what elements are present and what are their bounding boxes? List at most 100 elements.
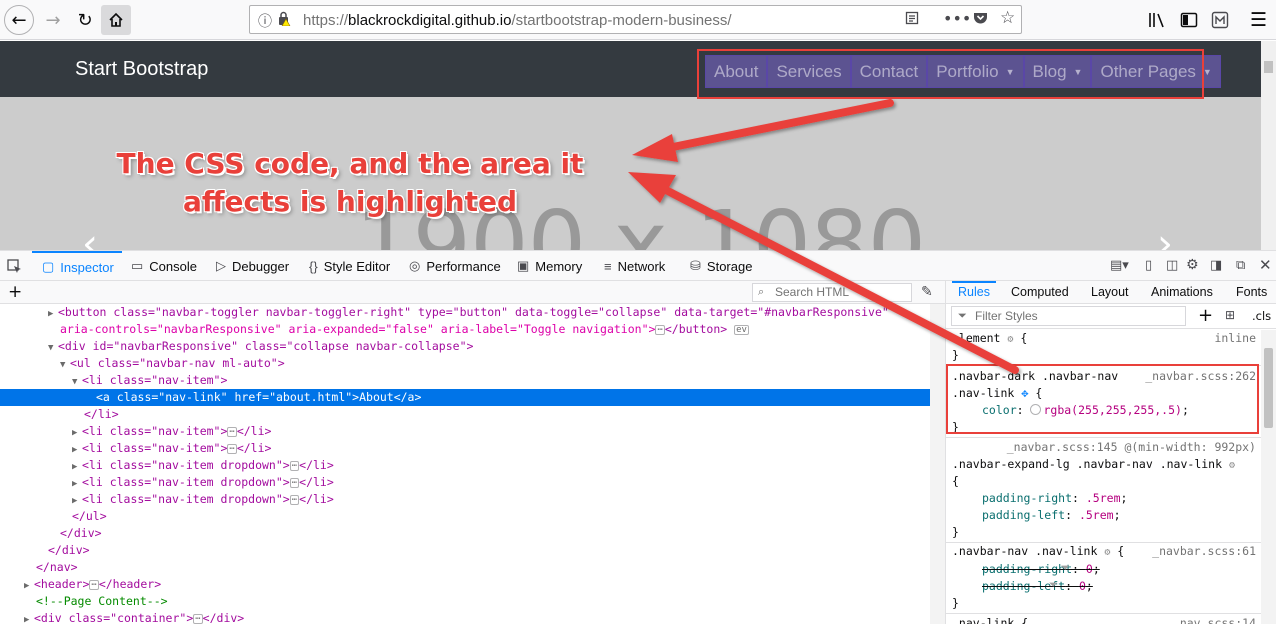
tab-console[interactable]: ▭ Console bbox=[131, 251, 197, 281]
collapsed-ellipsis-icon[interactable]: ⋯ bbox=[289, 494, 300, 505]
tab-layout[interactable]: Layout bbox=[1091, 281, 1129, 303]
navbar-brand[interactable]: Start Bootstrap bbox=[75, 58, 208, 81]
eyedropper-icon[interactable]: ✎ bbox=[921, 284, 933, 300]
forward-button[interactable]: → bbox=[38, 5, 68, 35]
add-node-icon[interactable]: + bbox=[8, 282, 22, 302]
markup-node[interactable]: ▶ <div class="container"> ⋯ </div> bbox=[0, 610, 930, 624]
markup-comment: <!--Page Content--> bbox=[36, 594, 168, 608]
rule-header[interactable]: .nav-link {_nav.scss:14 bbox=[952, 615, 1260, 624]
back-button[interactable]: ← bbox=[4, 5, 34, 35]
dock-layout-icon[interactable]: ▤▾ bbox=[1110, 258, 1129, 273]
collapsed-ellipsis-icon[interactable]: ⋯ bbox=[655, 324, 665, 335]
hamburger-menu-icon[interactable]: ☰ bbox=[1250, 9, 1267, 31]
tab-network[interactable]: ≡ Network bbox=[604, 251, 665, 281]
address-bar[interactable]: ⓘ https://blackrockdigital.github.io/sta… bbox=[249, 5, 1022, 34]
collapsed-ellipsis-icon[interactable]: ⋯ bbox=[89, 579, 99, 590]
collapsed-ellipsis-icon[interactable]: ⋯ bbox=[289, 460, 300, 471]
markup-node[interactable]: </nav> bbox=[0, 559, 930, 576]
tab-memory[interactable]: ▣ Memory bbox=[517, 251, 582, 281]
markup-node[interactable]: </li> bbox=[0, 406, 930, 423]
screenshot-icon[interactable]: ◫ bbox=[1166, 258, 1178, 273]
media-rule-header[interactable]: _navbar.scss:145 @(min-width: 992px) bbox=[952, 439, 1260, 456]
markup-node-selected[interactable]: <a class="nav-link" href="about.html">Ab… bbox=[0, 389, 930, 406]
tab-style-editor[interactable]: {} Style Editor bbox=[309, 251, 390, 281]
tab-fonts[interactable]: Fonts bbox=[1236, 281, 1267, 303]
tab-computed[interactable]: Computed bbox=[1011, 281, 1069, 303]
collapsed-ellipsis-icon[interactable]: ⋯ bbox=[227, 426, 237, 437]
cls-toggle[interactable]: .cls bbox=[1252, 309, 1271, 323]
settings-gear-icon[interactable]: ⚙ bbox=[1186, 257, 1199, 273]
page-scrollbar[interactable] bbox=[1261, 41, 1276, 250]
rule-declaration-overridden[interactable]: padding-right: 0; bbox=[952, 561, 1260, 578]
library-icon[interactable] bbox=[1148, 11, 1166, 32]
markup-node[interactable]: </div> bbox=[0, 542, 930, 559]
carousel-next-icon[interactable]: › bbox=[1157, 221, 1173, 250]
rule-source[interactable]: _navbar.scss:61 bbox=[1152, 543, 1256, 560]
close-icon[interactable]: ✕ bbox=[1259, 256, 1272, 274]
add-rule-icon[interactable]: + bbox=[1198, 305, 1213, 326]
rule-header[interactable]: .navbar-nav .nav-link ⚙ {_navbar.scss:61 bbox=[952, 543, 1260, 560]
rule-header[interactable]: element ⚙ {inline bbox=[952, 330, 1260, 347]
reader-view-icon[interactable] bbox=[905, 11, 919, 29]
rule-source[interactable]: inline bbox=[1214, 330, 1256, 347]
markup-node[interactable]: ▶ <header> ⋯ </header> bbox=[0, 576, 930, 593]
markup-node[interactable]: ▶ <li class="nav-item dropdown"> ⋯ </li> bbox=[0, 474, 930, 491]
markup-node[interactable]: ▶ <button class="navbar-toggler navbar-to… bbox=[0, 304, 930, 321]
markup-node[interactable]: ▶ <li class="nav-item"> ⋯ </li> bbox=[0, 423, 930, 440]
pseudo-class-icon[interactable]: ⊞ bbox=[1225, 308, 1235, 322]
rules-scrollbar[interactable] bbox=[1261, 330, 1276, 624]
tab-performance[interactable]: ◎ Performance bbox=[409, 251, 501, 281]
search-html-input[interactable]: ⌕ Search HTML bbox=[752, 283, 912, 302]
markup-node[interactable]: ▼ <li class="nav-item"> bbox=[0, 372, 930, 389]
pocket-icon[interactable] bbox=[973, 11, 988, 29]
rule-declaration[interactable]: padding-left: .5rem; bbox=[952, 507, 1260, 524]
markup-node[interactable]: </ul> bbox=[0, 508, 930, 525]
markup-node[interactable]: ▶ <li class="nav-item dropdown"> ⋯ </li> bbox=[0, 491, 930, 508]
property-value: .5rem bbox=[1078, 508, 1114, 522]
expand-toggle-icon[interactable]: ▶ bbox=[24, 612, 34, 624]
rule-open: { bbox=[952, 474, 959, 488]
scrollbar-thumb[interactable] bbox=[1264, 348, 1273, 428]
sidebar-icon[interactable] bbox=[1180, 11, 1198, 32]
rule-source[interactable]: _nav.scss:14 bbox=[1173, 615, 1256, 624]
markup-node[interactable]: </div> bbox=[0, 525, 930, 542]
info-icon[interactable]: ⓘ bbox=[258, 11, 272, 31]
split-console-icon[interactable]: ◨ bbox=[1210, 258, 1222, 273]
separate-window-icon[interactable]: ⧉ bbox=[1236, 258, 1245, 273]
tab-debugger[interactable]: ▷ Debugger bbox=[216, 251, 289, 281]
tab-inspector[interactable]: ▢ Inspector bbox=[32, 251, 122, 281]
collapsed-ellipsis-icon[interactable]: ⋯ bbox=[289, 477, 300, 488]
rule-declaration-overridden[interactable]: padding-left: 0; bbox=[952, 578, 1260, 595]
markup-node[interactable]: ▶ <li class="nav-item"> ⋯ </li> bbox=[0, 440, 930, 457]
markup-node[interactable]: <!--Page Content--> bbox=[0, 593, 930, 610]
rule-divider bbox=[946, 437, 1261, 438]
carousel-prev-icon[interactable]: ‹ bbox=[82, 221, 98, 250]
url-text[interactable]: https://blackrockdigital.github.io/start… bbox=[303, 12, 732, 29]
markup-node[interactable]: ▶ <li class="nav-item dropdown"> ⋯ </li> bbox=[0, 457, 930, 474]
collapsed-ellipsis-icon[interactable]: ⋯ bbox=[193, 613, 203, 624]
overridden-filter-icon[interactable]: ⏷ bbox=[1061, 561, 1070, 575]
home-button[interactable] bbox=[101, 5, 131, 35]
tab-rules[interactable]: Rules bbox=[952, 281, 996, 303]
rule-declaration[interactable]: padding-right: .5rem; bbox=[952, 490, 1260, 507]
bookmark-star-icon[interactable]: ☆ bbox=[1000, 8, 1015, 28]
lock-warning-icon[interactable] bbox=[277, 11, 291, 30]
tab-storage[interactable]: ⛁ Storage bbox=[690, 251, 752, 281]
responsive-mode-icon[interactable]: ▯ bbox=[1145, 258, 1152, 273]
page-actions-icon[interactable]: ••• bbox=[943, 9, 971, 28]
overridden-filter-icon[interactable]: ⏷ bbox=[1049, 578, 1058, 592]
markup-scrollbar[interactable] bbox=[930, 304, 945, 624]
element-picker-icon[interactable] bbox=[7, 259, 22, 277]
rule-header[interactable]: .navbar-expand-lg .navbar-nav .nav-link … bbox=[952, 456, 1260, 473]
scrollbar-thumb[interactable] bbox=[1264, 61, 1273, 73]
markup-node[interactable]: aria-controls="navbarResponsive" aria-ex… bbox=[0, 321, 930, 338]
extension-icon[interactable] bbox=[1211, 11, 1229, 32]
rule-selector: .nav-link bbox=[952, 616, 1015, 624]
collapsed-ellipsis-icon[interactable]: ⋯ bbox=[227, 443, 237, 454]
markup-node[interactable]: ▼ <ul class="navbar-nav ml-auto"> bbox=[0, 355, 930, 372]
filter-styles-input[interactable]: ⏷ Filter Styles bbox=[951, 306, 1186, 326]
markup-node[interactable]: ▼ <div id="navbarResponsive" class="colla… bbox=[0, 338, 930, 355]
tab-animations[interactable]: Animations bbox=[1151, 281, 1213, 303]
reload-button[interactable]: ↻ bbox=[70, 5, 100, 35]
event-badge-icon[interactable]: ev bbox=[734, 324, 749, 335]
